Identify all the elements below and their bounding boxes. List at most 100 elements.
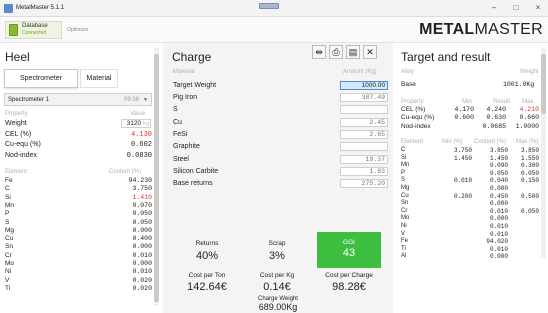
heel-scrollbar[interactable]: [154, 48, 159, 306]
charge-material-name: Steel: [173, 155, 189, 163]
target-elem-content: 0.000: [489, 185, 508, 192]
target-elem-name: Fe: [401, 238, 409, 245]
charge-amount-input[interactable]: [340, 142, 388, 152]
heel-element-header: Element: [5, 169, 28, 175]
target-prop-max: 4.210: [519, 106, 539, 113]
charge-material-name: Graphite: [173, 143, 200, 151]
returns-label: Returns: [195, 240, 219, 247]
close-window-button[interactable]: ×: [530, 3, 546, 12]
minimize-button[interactable]: –: [486, 3, 502, 12]
heel-scroll-thumb[interactable]: [154, 54, 159, 302]
target-prop-header: Property: [401, 99, 424, 105]
heel-element-value: 0.050: [132, 218, 152, 226]
heel-value-header: Value: [130, 111, 145, 117]
target-scrollbar[interactable]: [541, 48, 546, 258]
ggi-label: GGI: [343, 239, 355, 246]
database-icon: [9, 24, 18, 36]
charge-amount-input[interactable]: 2.45: [340, 117, 388, 127]
target-elem-min: 0.200: [453, 192, 472, 200]
alloy-weight: 1001.0Kg: [503, 81, 535, 88]
split-button[interactable]: ⇹: [312, 45, 326, 59]
target-weight-input[interactable]: 1000.00: [340, 81, 388, 90]
charge-amount-input[interactable]: [340, 105, 388, 115]
charge-amount-input[interactable]: 275.20: [340, 179, 388, 189]
database-button[interactable]: Database Connected: [5, 21, 62, 39]
clear-button[interactable]: ✕: [363, 45, 377, 59]
alloy-header: Alloy: [401, 69, 415, 75]
spectrometer-select[interactable]: Spectrometer 1 09:39 ▼: [4, 93, 152, 106]
heel-property-name: Weight: [5, 120, 27, 127]
target-prop-header: Result: [493, 99, 511, 105]
target-elem-name: Cu: [401, 192, 409, 199]
split-icon: ⇹: [315, 47, 323, 57]
target-elem-min: 1.450: [453, 154, 472, 162]
target-elem-content: 0.000: [489, 215, 508, 223]
target-elem-content: 0.450: [489, 192, 508, 200]
alloy-name: Base: [401, 81, 416, 88]
tab-material[interactable]: Material: [80, 69, 118, 88]
heel-element-name: Ni: [5, 268, 12, 276]
heel-element-name: Mo: [5, 260, 15, 267]
heel-element-name: Mn: [5, 201, 15, 209]
target-prop-result: 4.240: [486, 106, 506, 113]
heel-property-name: Nod-index: [5, 151, 37, 159]
cost-charge-value: 98.28€: [332, 281, 366, 293]
target-prop-min: 0.600: [454, 114, 474, 122]
heel-element-value: 0.000: [132, 243, 152, 251]
charge-material-name: Cu: [173, 118, 182, 126]
weight-input[interactable]: 3120 Kg: [121, 119, 151, 128]
target-elem-content: 0.010: [489, 245, 508, 253]
charge-amount-input[interactable]: 387.49: [340, 93, 388, 102]
heel-element-name: Cu: [5, 235, 14, 243]
charge-material-header: Material: [173, 69, 195, 75]
charge-amount-input[interactable]: 1.83: [340, 166, 388, 176]
window-title: MetalMaster 5.1.1: [16, 5, 65, 11]
heel-property-name: CEL (%): [5, 130, 32, 138]
charge-amount-input[interactable]: 2.65: [340, 129, 388, 139]
target-elem-content: 0.040: [489, 177, 508, 185]
target-prop-name: CEL (%): [401, 106, 426, 113]
charge-material-name: Pig Iron: [173, 94, 198, 101]
heel-element-name: Cr: [5, 251, 12, 259]
target-elem-content: 0.010: [489, 223, 508, 230]
window-drag-handle[interactable]: [259, 3, 279, 9]
document-icon: ▤: [348, 47, 358, 57]
charge-weight-value: 689.00Kg: [258, 302, 298, 312]
maximize-button[interactable]: □: [508, 3, 524, 12]
heel-title: Heel: [5, 50, 30, 64]
charge-material-name: Base returns: [173, 180, 213, 188]
cost-kg-value: 0.14€: [263, 281, 291, 293]
target-elem-header: Min (%): [442, 139, 463, 145]
heel-element-value: 94.230: [128, 177, 152, 184]
database-label: Database: [22, 23, 48, 29]
charge-amount-input[interactable]: 19.37: [340, 154, 388, 164]
target-elem-name: Mo: [401, 215, 410, 222]
target-elem-content: 0.000: [489, 253, 508, 261]
target-prop-min: 4.170: [454, 106, 474, 113]
heel-property-header: Property: [5, 111, 28, 117]
target-weight-label: Target Weight: [173, 82, 217, 89]
target-prop-result: 0.630: [486, 114, 506, 122]
print-button[interactable]: ⎙: [329, 45, 343, 59]
charge-title: Charge: [172, 50, 212, 64]
heel-element-value: 0.070: [132, 201, 152, 209]
cost-kg-label: Cost per Kg: [259, 272, 295, 279]
target-scroll-thumb[interactable]: [541, 54, 546, 114]
target-elem-content: 0.090: [489, 162, 508, 170]
target-prop-name: Nod-index: [401, 122, 431, 130]
heel-element-value: 0.020: [132, 284, 152, 292]
heel-element-value: 0.010: [132, 251, 152, 259]
document-button[interactable]: ▤: [346, 45, 360, 59]
optimizer-button[interactable]: Optimizer: [67, 27, 88, 33]
cost-ton-label: Cost per Ton: [188, 272, 226, 279]
toolbar: Database Connected Optimizer METALMASTER: [0, 17, 548, 43]
target-elem-min: 0.010: [453, 177, 472, 185]
heel-element-value: 0.000: [132, 260, 152, 267]
target-title: Target and result: [401, 50, 491, 64]
tab-spectrometer[interactable]: Spectrometer: [4, 69, 78, 88]
heel-element-name: Fe: [5, 177, 13, 184]
heel-element-name: Mg: [5, 226, 15, 234]
weight-header: Weight: [520, 69, 539, 75]
close-icon: ✕: [366, 47, 374, 57]
target-elem-min: 3.750: [453, 147, 472, 154]
